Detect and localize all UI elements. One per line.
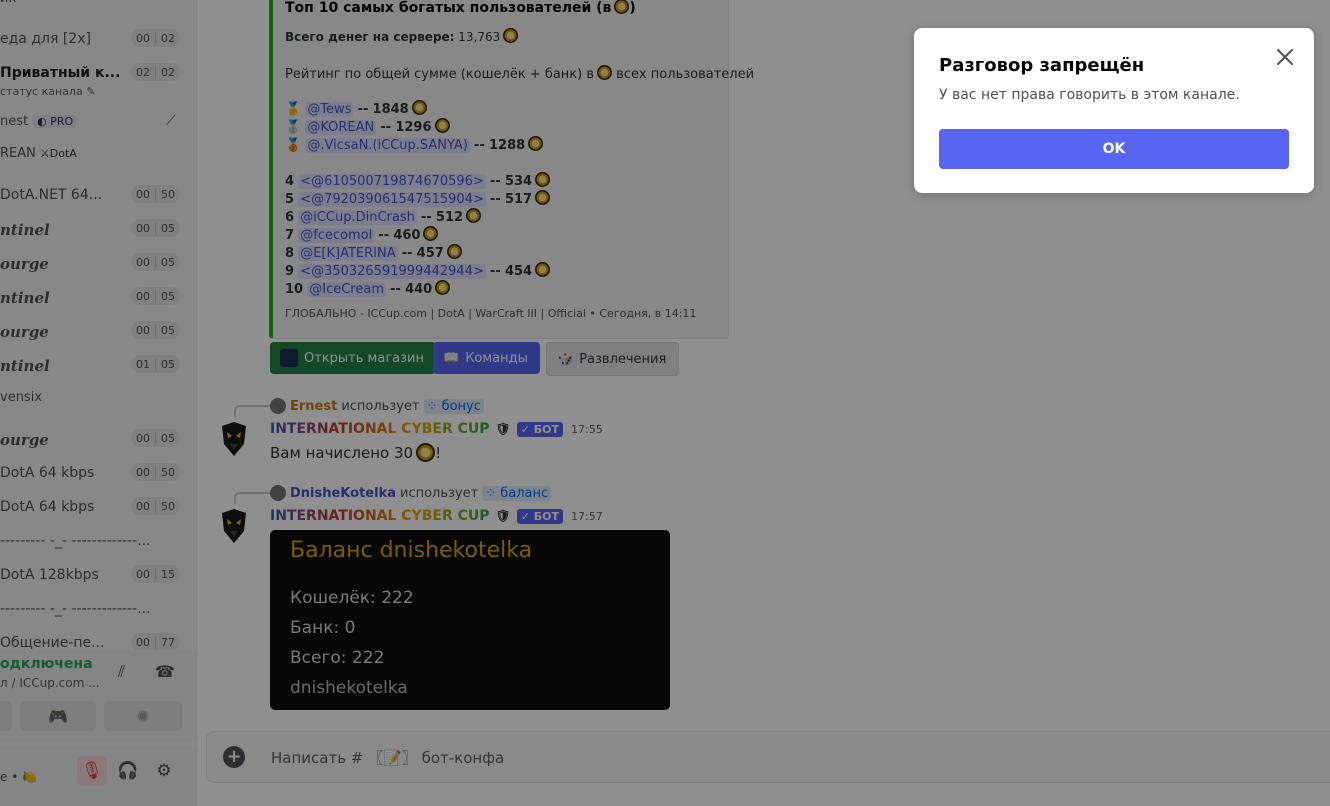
close-icon[interactable] (1272, 44, 1298, 70)
permission-denied-dialog: Разговор запрещён У вас нет права говори… (914, 28, 1314, 193)
dialog-description: У вас нет права говорить в этом канале. (939, 87, 1240, 103)
ok-button[interactable]: OK (939, 129, 1289, 169)
dialog-title: Разговор запрещён (939, 55, 1145, 76)
